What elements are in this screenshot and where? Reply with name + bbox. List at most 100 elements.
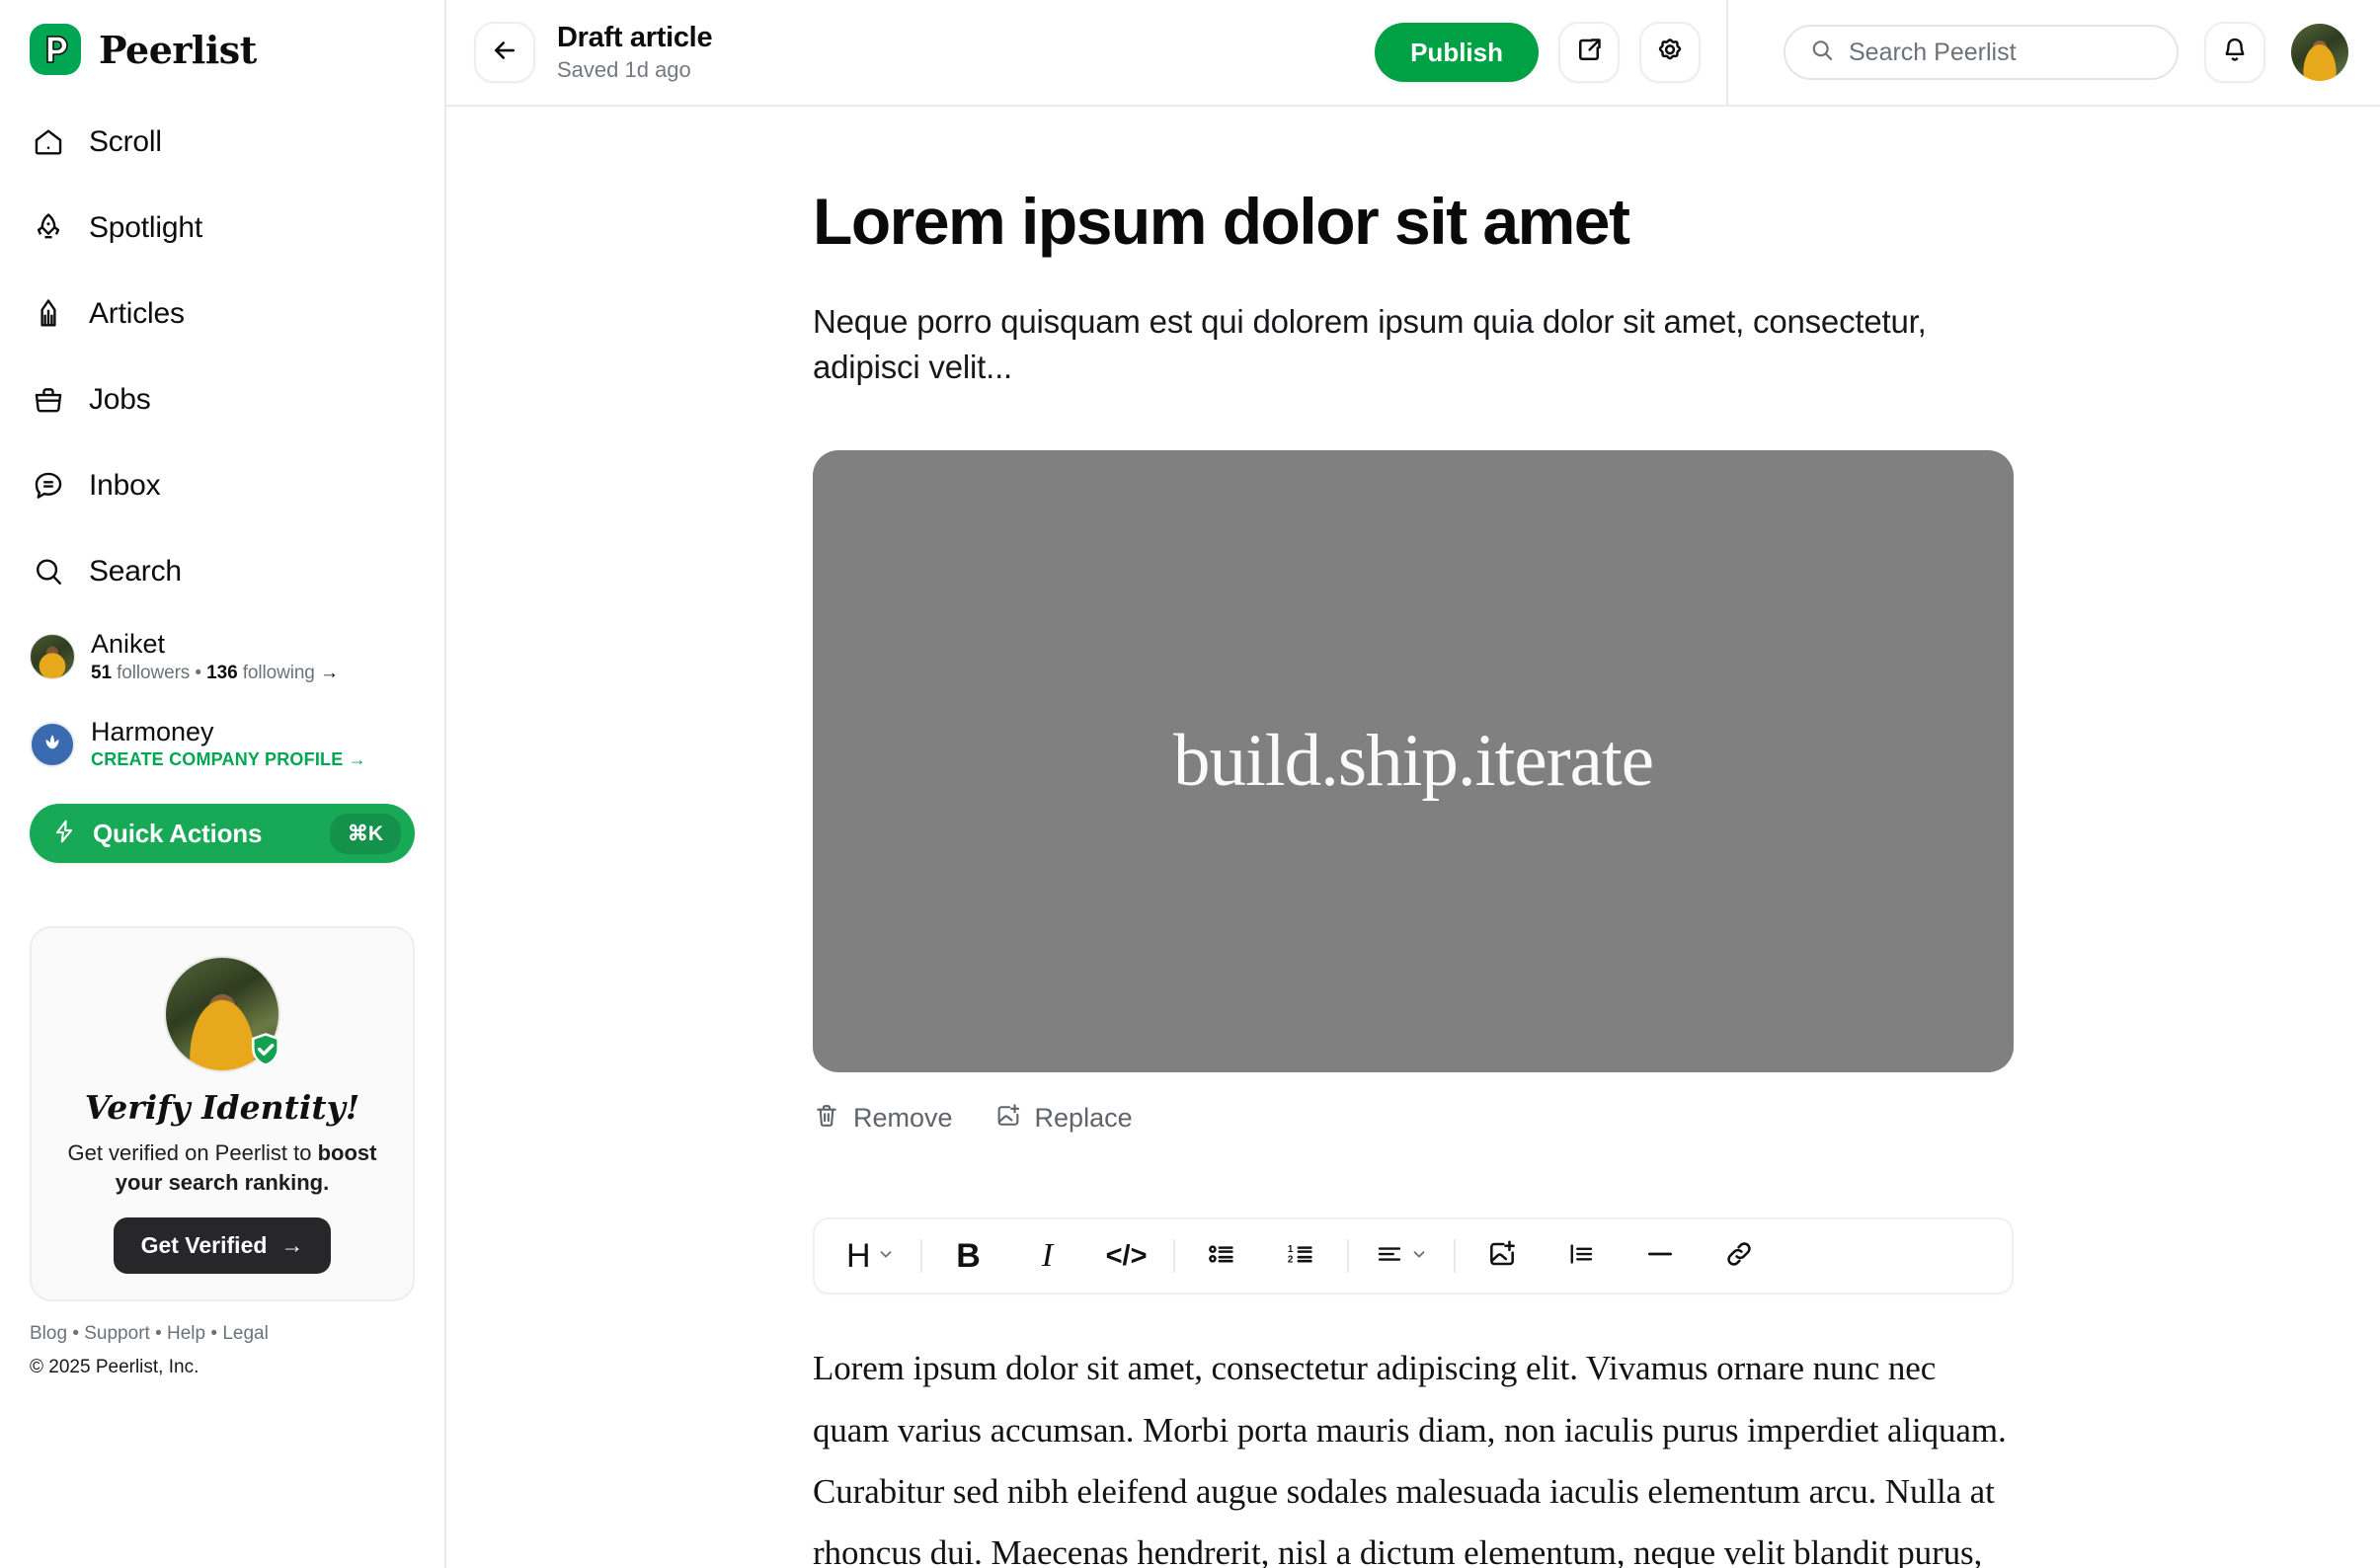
- italic-glyph: I: [1041, 1237, 1054, 1275]
- company-profile-link[interactable]: Harmoney CREATE COMPANY PROFILE →: [30, 716, 415, 771]
- chevron-down-icon: [1410, 1245, 1428, 1268]
- editor-content: Lorem ipsum dolor sit amet Neque porro q…: [813, 107, 2014, 1568]
- sidebar-item-label: Spotlight: [89, 211, 202, 244]
- insert-image-button[interactable]: [1471, 1225, 1533, 1287]
- harmoney-logo-icon: [30, 721, 75, 767]
- footer-link-legal[interactable]: Legal: [222, 1323, 269, 1344]
- user-avatar[interactable]: [2291, 24, 2348, 81]
- footer-link-blog[interactable]: Blog: [30, 1323, 67, 1344]
- cover-image-actions: Remove Replace: [813, 1102, 2014, 1135]
- stats-separator: •: [195, 662, 201, 683]
- replace-image-button[interactable]: Replace: [994, 1102, 1133, 1135]
- footer-link-help[interactable]: Help: [167, 1323, 205, 1344]
- chat-bubble-icon: [30, 467, 67, 505]
- blockquote-button[interactable]: [1550, 1225, 1612, 1287]
- cover-image[interactable]: build.ship.iterate: [813, 450, 2014, 1073]
- search-input[interactable]: Search Peerlist: [1784, 25, 2179, 80]
- article-title-input[interactable]: Lorem ipsum dolor sit amet: [813, 186, 2014, 258]
- document-meta: Draft article Saved 1d ago: [557, 21, 713, 83]
- verify-desc-plain: Get verified on Peerlist to: [67, 1140, 318, 1166]
- sidebar-item-scroll[interactable]: Scroll: [30, 115, 415, 170]
- pen-nib-icon: [30, 295, 67, 333]
- arrow-right-icon: →: [319, 662, 339, 683]
- remove-image-button[interactable]: Remove: [813, 1102, 953, 1135]
- arrow-right-icon: →: [280, 1231, 304, 1258]
- brand-logo[interactable]: Peerlist: [30, 0, 415, 77]
- document-title: Draft article: [557, 21, 713, 53]
- align-dropdown[interactable]: [1365, 1225, 1438, 1287]
- editor-toolbar: H B I </> 1 2: [813, 1217, 2014, 1295]
- quick-actions-shortcut: ⌘K: [329, 813, 401, 854]
- lightning-bolt-icon: [51, 817, 77, 851]
- toolbar-separator: [1172, 1239, 1175, 1274]
- rocket-icon: [30, 209, 67, 247]
- search-icon: [1809, 38, 1835, 68]
- verify-identity-card: Verify Identity! Get verified on Peerlis…: [30, 926, 415, 1301]
- bold-glyph: B: [956, 1236, 981, 1275]
- settings-button[interactable]: [1639, 22, 1701, 83]
- italic-button[interactable]: I: [1017, 1225, 1078, 1287]
- numbered-list-icon: 1 2: [1285, 1238, 1316, 1275]
- bell-icon: [2220, 36, 2250, 70]
- blockquote-icon: [1566, 1239, 1596, 1274]
- sidebar-footer-links: Blog • Support • Help • Legal: [30, 1323, 415, 1345]
- save-status: Saved 1d ago: [557, 57, 691, 83]
- heading-dropdown[interactable]: H: [836, 1225, 905, 1287]
- toolbar-separator: [919, 1239, 922, 1274]
- svg-text:1: 1: [1287, 1244, 1293, 1255]
- horizontal-rule-icon: [1644, 1238, 1676, 1275]
- top-bar-actions: Publish: [1375, 22, 1726, 83]
- toolbar-separator: [1346, 1239, 1349, 1274]
- bold-button[interactable]: B: [938, 1225, 999, 1287]
- share-external-icon: [1574, 36, 1604, 70]
- share-button[interactable]: [1558, 22, 1620, 83]
- following-count: 136: [206, 662, 238, 683]
- article-body-text[interactable]: Lorem ipsum dolor sit amet, consectetur …: [813, 1338, 2014, 1568]
- verify-avatar-wrap: [164, 956, 280, 1073]
- sidebar-item-inbox[interactable]: Inbox: [30, 458, 415, 513]
- footer-link-support[interactable]: Support: [84, 1323, 150, 1344]
- editor-scroll-area[interactable]: Lorem ipsum dolor sit amet Neque porro q…: [446, 107, 2380, 1568]
- sidebar-item-label: Jobs: [89, 383, 151, 416]
- get-verified-button[interactable]: Get Verified →: [113, 1216, 332, 1274]
- sidebar-item-search[interactable]: Search: [30, 544, 415, 599]
- notifications-button[interactable]: [2204, 22, 2265, 83]
- chevron-down-icon: [877, 1245, 895, 1268]
- user-avatar: [30, 634, 75, 680]
- gear-icon: [1654, 35, 1686, 71]
- numbered-list-button[interactable]: 1 2: [1270, 1225, 1331, 1287]
- svg-text:2: 2: [1287, 1254, 1293, 1265]
- verify-card-description: Get verified on Peerlist to boost your s…: [55, 1138, 389, 1197]
- search-placeholder: Search Peerlist: [1849, 38, 2017, 66]
- code-button[interactable]: </>: [1096, 1225, 1157, 1287]
- verified-shield-icon: [247, 1031, 284, 1068]
- sidebar-item-spotlight[interactable]: Spotlight: [30, 200, 415, 256]
- followers-label: followers: [117, 662, 191, 683]
- quick-actions-left: Quick Actions: [51, 817, 330, 851]
- create-company-profile-cta: CREATE COMPANY PROFILE →: [91, 749, 366, 770]
- followers-count: 51: [91, 662, 112, 683]
- main-area: Draft article Saved 1d ago Publish Searc…: [446, 0, 2380, 1568]
- article-subtitle-input[interactable]: Neque porro quisquam est qui dolorem ips…: [813, 299, 1958, 392]
- code-glyph: </>: [1105, 1239, 1148, 1272]
- sidebar-item-label: Search: [89, 555, 182, 588]
- user-profile-link[interactable]: Aniket 51 followers • 136 following →: [30, 629, 415, 684]
- publish-button[interactable]: Publish: [1375, 23, 1539, 82]
- sidebar-item-label: Inbox: [89, 469, 161, 502]
- quick-actions-button[interactable]: Quick Actions ⌘K: [30, 804, 415, 864]
- sidebar-item-jobs[interactable]: Jobs: [30, 372, 415, 428]
- horizontal-rule-button[interactable]: [1629, 1225, 1691, 1287]
- trash-icon: [813, 1102, 840, 1135]
- sidebar-item-label: Scroll: [89, 125, 162, 158]
- arrow-left-icon: [490, 36, 519, 70]
- user-name: Aniket: [91, 629, 166, 659]
- link-button[interactable]: [1708, 1225, 1770, 1287]
- sidebar-item-articles[interactable]: Articles: [30, 286, 415, 342]
- company-profile-texts: Harmoney CREATE COMPANY PROFILE →: [91, 716, 366, 771]
- back-button[interactable]: [474, 22, 535, 83]
- top-bar-right: Search Peerlist: [1728, 22, 2380, 83]
- bullet-list-button[interactable]: [1191, 1225, 1252, 1287]
- company-name: Harmoney: [91, 716, 214, 746]
- replace-image-label: Replace: [1034, 1103, 1133, 1134]
- cover-image-text: build.ship.iterate: [1172, 720, 1654, 803]
